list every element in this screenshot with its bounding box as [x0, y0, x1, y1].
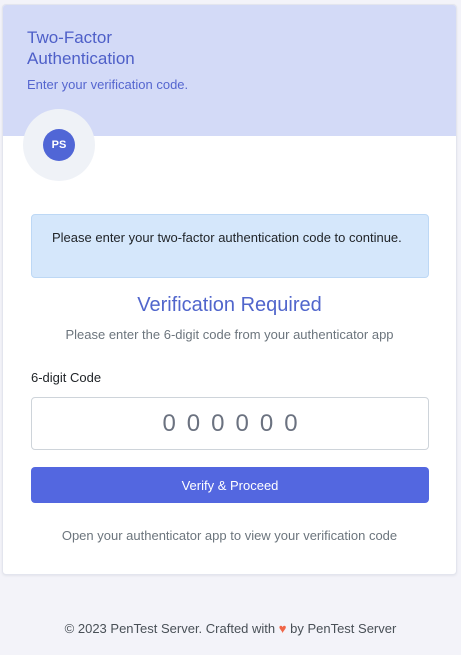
heart-icon: ♥ — [278, 621, 287, 636]
two-factor-card: Two-Factor Authentication Enter your ver… — [2, 4, 457, 575]
verification-subtitle: Please enter the 6-digit code from your … — [65, 327, 394, 342]
verify-proceed-button[interactable]: Verify & Proceed — [31, 467, 429, 503]
avatar-ring: PS — [23, 109, 95, 181]
header-title: Two-Factor Authentication — [27, 28, 135, 68]
info-alert: Please enter your two-factor authenticat… — [31, 214, 429, 278]
avatar: PS — [43, 129, 75, 161]
code-input[interactable] — [31, 397, 429, 450]
help-text: Open your authenticator app to view your… — [61, 528, 398, 543]
code-label: 6-digit Code — [31, 370, 102, 385]
verification-title: Verification Required — [137, 294, 322, 316]
footer-suffix: by PenTest Server — [290, 621, 397, 636]
footer-prefix: © 2023 PenTest Server. Crafted with — [64, 621, 276, 636]
footer: © 2023 PenTest Server. Crafted with ♥ by… — [0, 621, 461, 636]
header-subtitle: Enter your verification code. — [27, 77, 189, 92]
